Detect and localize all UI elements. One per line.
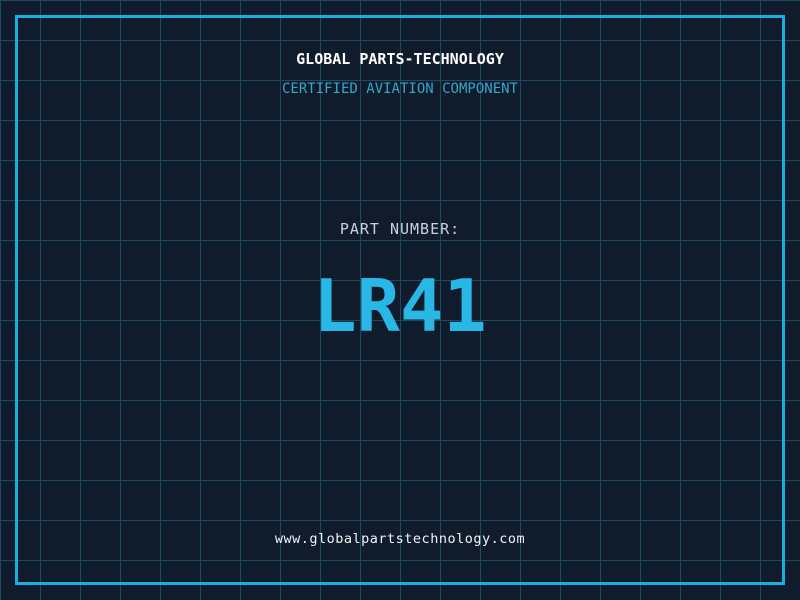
- certification-subtitle: CERTIFIED AVIATION COMPONENT: [281, 81, 518, 97]
- website-url: www.globalpartstechnology.com: [274, 531, 526, 547]
- part-number-label: PART NUMBER:: [339, 220, 461, 238]
- company-title: GLOBAL PARTS-TECHNOLOGY: [296, 50, 504, 68]
- part-number-value: LR41: [313, 264, 487, 348]
- part-label-page: { "label": { "title": "GLOBAL PARTS-TECH…: [0, 0, 800, 600]
